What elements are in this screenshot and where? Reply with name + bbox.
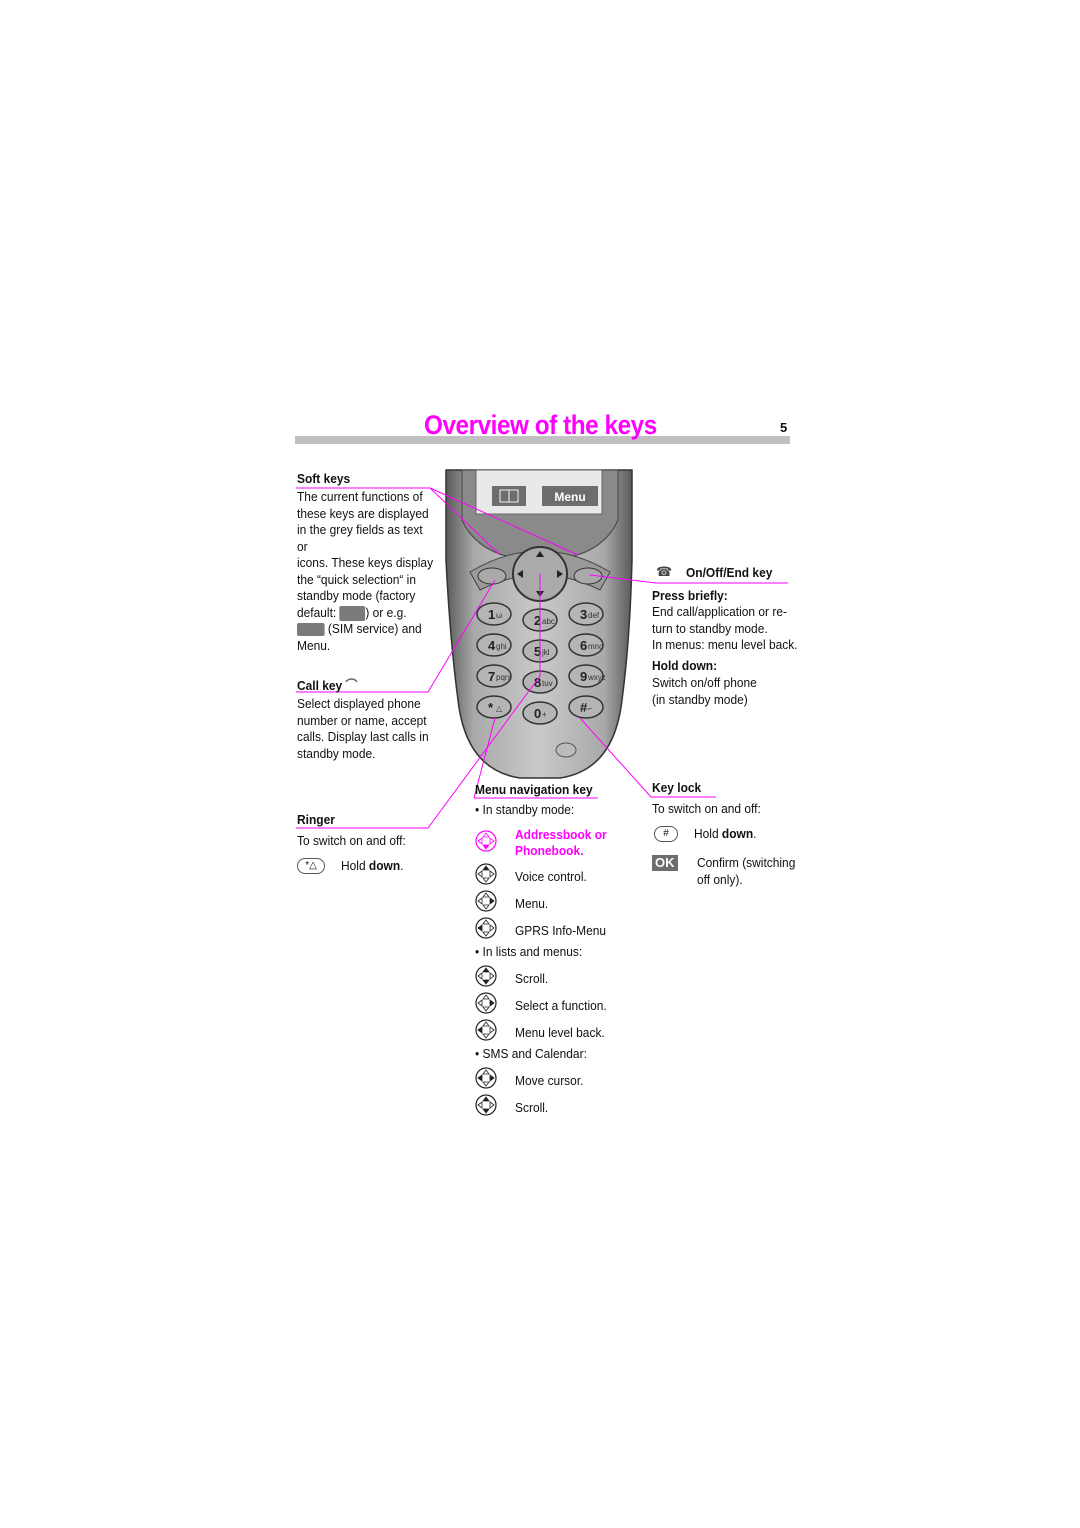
call-key-heading: Call key ⌒ xyxy=(297,678,358,693)
keypad-key-label: 3 xyxy=(580,607,587,622)
nav-item: Scroll. xyxy=(475,965,645,992)
nav-item: Menu level back. xyxy=(475,1019,645,1046)
phone-handset-icon: ⌒ xyxy=(345,678,358,693)
phonebook-icon xyxy=(339,605,366,621)
nav-item-label: Move cursor. xyxy=(515,1073,584,1088)
hold-down-text: Switch on/off phone (in standby mode) xyxy=(652,675,757,707)
call-key xyxy=(477,567,507,585)
keypad-key-letters: abc xyxy=(542,617,555,626)
ringer-action: *△ Hold down. xyxy=(297,858,409,875)
keypad-key-letters: ghi xyxy=(496,642,507,651)
nav-item-label: Menu level back. xyxy=(515,1025,605,1040)
keypad-key-letters: ω xyxy=(496,611,502,620)
soft-keys-heading: Soft keys xyxy=(297,471,351,486)
keypad-key-label: 0 xyxy=(534,706,541,721)
nav-section-bullet: • SMS and Calendar: xyxy=(475,1046,587,1061)
keypad-key-letters: ⌐ xyxy=(588,704,593,713)
keypad-key-letters: def xyxy=(588,611,600,620)
hold-down-heading: Hold down: xyxy=(652,658,718,673)
nav-key-up-icon xyxy=(475,863,497,890)
nav-item: Menu. xyxy=(475,890,645,917)
nav-item-label: Select a function. xyxy=(515,998,607,1013)
keypad-key-letters: + xyxy=(542,710,547,719)
keypad-key-label: 4 xyxy=(488,638,496,653)
keypad-key-label: 9 xyxy=(580,669,587,684)
press-briefly-text: End call/application or re- turn to stan… xyxy=(652,604,798,652)
nav-key-right-icon xyxy=(475,992,497,1019)
keypad-key-label: 6 xyxy=(580,638,587,653)
ringer-intro: To switch on and off: xyxy=(297,833,406,848)
keypad-key-letters: pqrs xyxy=(496,673,512,682)
keypad-key xyxy=(476,695,512,719)
nav-item: Move cursor. xyxy=(475,1067,645,1094)
key-lock-intro: To switch on and off: xyxy=(652,801,761,816)
nav-item-label: Addressbook or Phonebook. xyxy=(515,827,607,858)
keypad-key-letters: jkl xyxy=(541,648,550,657)
menu-nav-list: • In standby mode: Addressbook or Phonebo… xyxy=(475,802,645,1121)
menu-nav-heading: Menu navigation key xyxy=(475,782,593,797)
nav-key-right-icon xyxy=(475,890,497,917)
nav-item: GPRS Info-Menu xyxy=(475,917,645,944)
nav-item-label: Scroll. xyxy=(515,1100,549,1115)
ok-key-icon: OK xyxy=(652,855,678,871)
key-lock-confirm: Confirm (switching off only). xyxy=(696,855,795,887)
nav-key-leftright-icon xyxy=(475,1067,497,1094)
on-off-icon: ☎ xyxy=(656,564,673,579)
soft-keys-description: The current functions of these keys are … xyxy=(297,489,434,653)
nav-section-bullet: • In lists and menus: xyxy=(475,944,583,959)
keypad-key-letters: tuv xyxy=(542,679,553,688)
nav-item-label: Scroll. xyxy=(515,971,549,986)
nav-item-label: Voice control. xyxy=(515,869,587,884)
keypad-key-letters: wxyz xyxy=(587,673,606,682)
sim-service-icon xyxy=(297,623,325,637)
star-key-icon: *△ xyxy=(297,858,325,875)
nav-item-label: GPRS Info-Menu xyxy=(515,923,607,938)
nav-item: Voice control. xyxy=(475,863,645,890)
screen-menu-label: Menu xyxy=(554,490,585,504)
call-key-description: Select displayed phone number or name, a… xyxy=(297,696,429,761)
press-briefly-heading: Press briefly: xyxy=(652,588,728,603)
keypad-key-letters: △ xyxy=(496,704,503,713)
nav-section-bullet: • In standby mode: xyxy=(475,802,575,817)
nav-key-updown-icon xyxy=(475,1094,497,1121)
keypad-key-label: 7 xyxy=(488,669,495,684)
on-off-heading: On/Off/End key xyxy=(686,564,773,580)
hash-key-icon: # xyxy=(654,826,678,843)
keypad-key-label: 1 xyxy=(488,607,495,622)
keypad-key-label: # xyxy=(580,700,588,715)
nav-item-label: Menu. xyxy=(515,896,549,911)
nav-key-updown-icon xyxy=(475,965,497,992)
nav-item: Scroll. xyxy=(475,1094,645,1121)
nav-key-left-icon xyxy=(475,1019,497,1046)
nav-key-down-pink-icon xyxy=(475,829,497,857)
phone-illustration: Menu 1 ω 2 abc 3 def4 ghi 5 jkl 6 mno7 pqrs 8 tuv 9 wxy… xyxy=(296,469,788,829)
key-lock-hold: Hold down. xyxy=(694,826,757,841)
ringer-heading: Ringer xyxy=(297,812,335,827)
key-lock-heading: Key lock xyxy=(652,780,702,795)
keypad-key-letters: mno xyxy=(588,642,604,651)
nav-item: Select a function. xyxy=(475,992,645,1019)
nav-key-left-icon xyxy=(475,917,497,944)
nav-item: Addressbook or Phonebook. xyxy=(475,823,645,863)
